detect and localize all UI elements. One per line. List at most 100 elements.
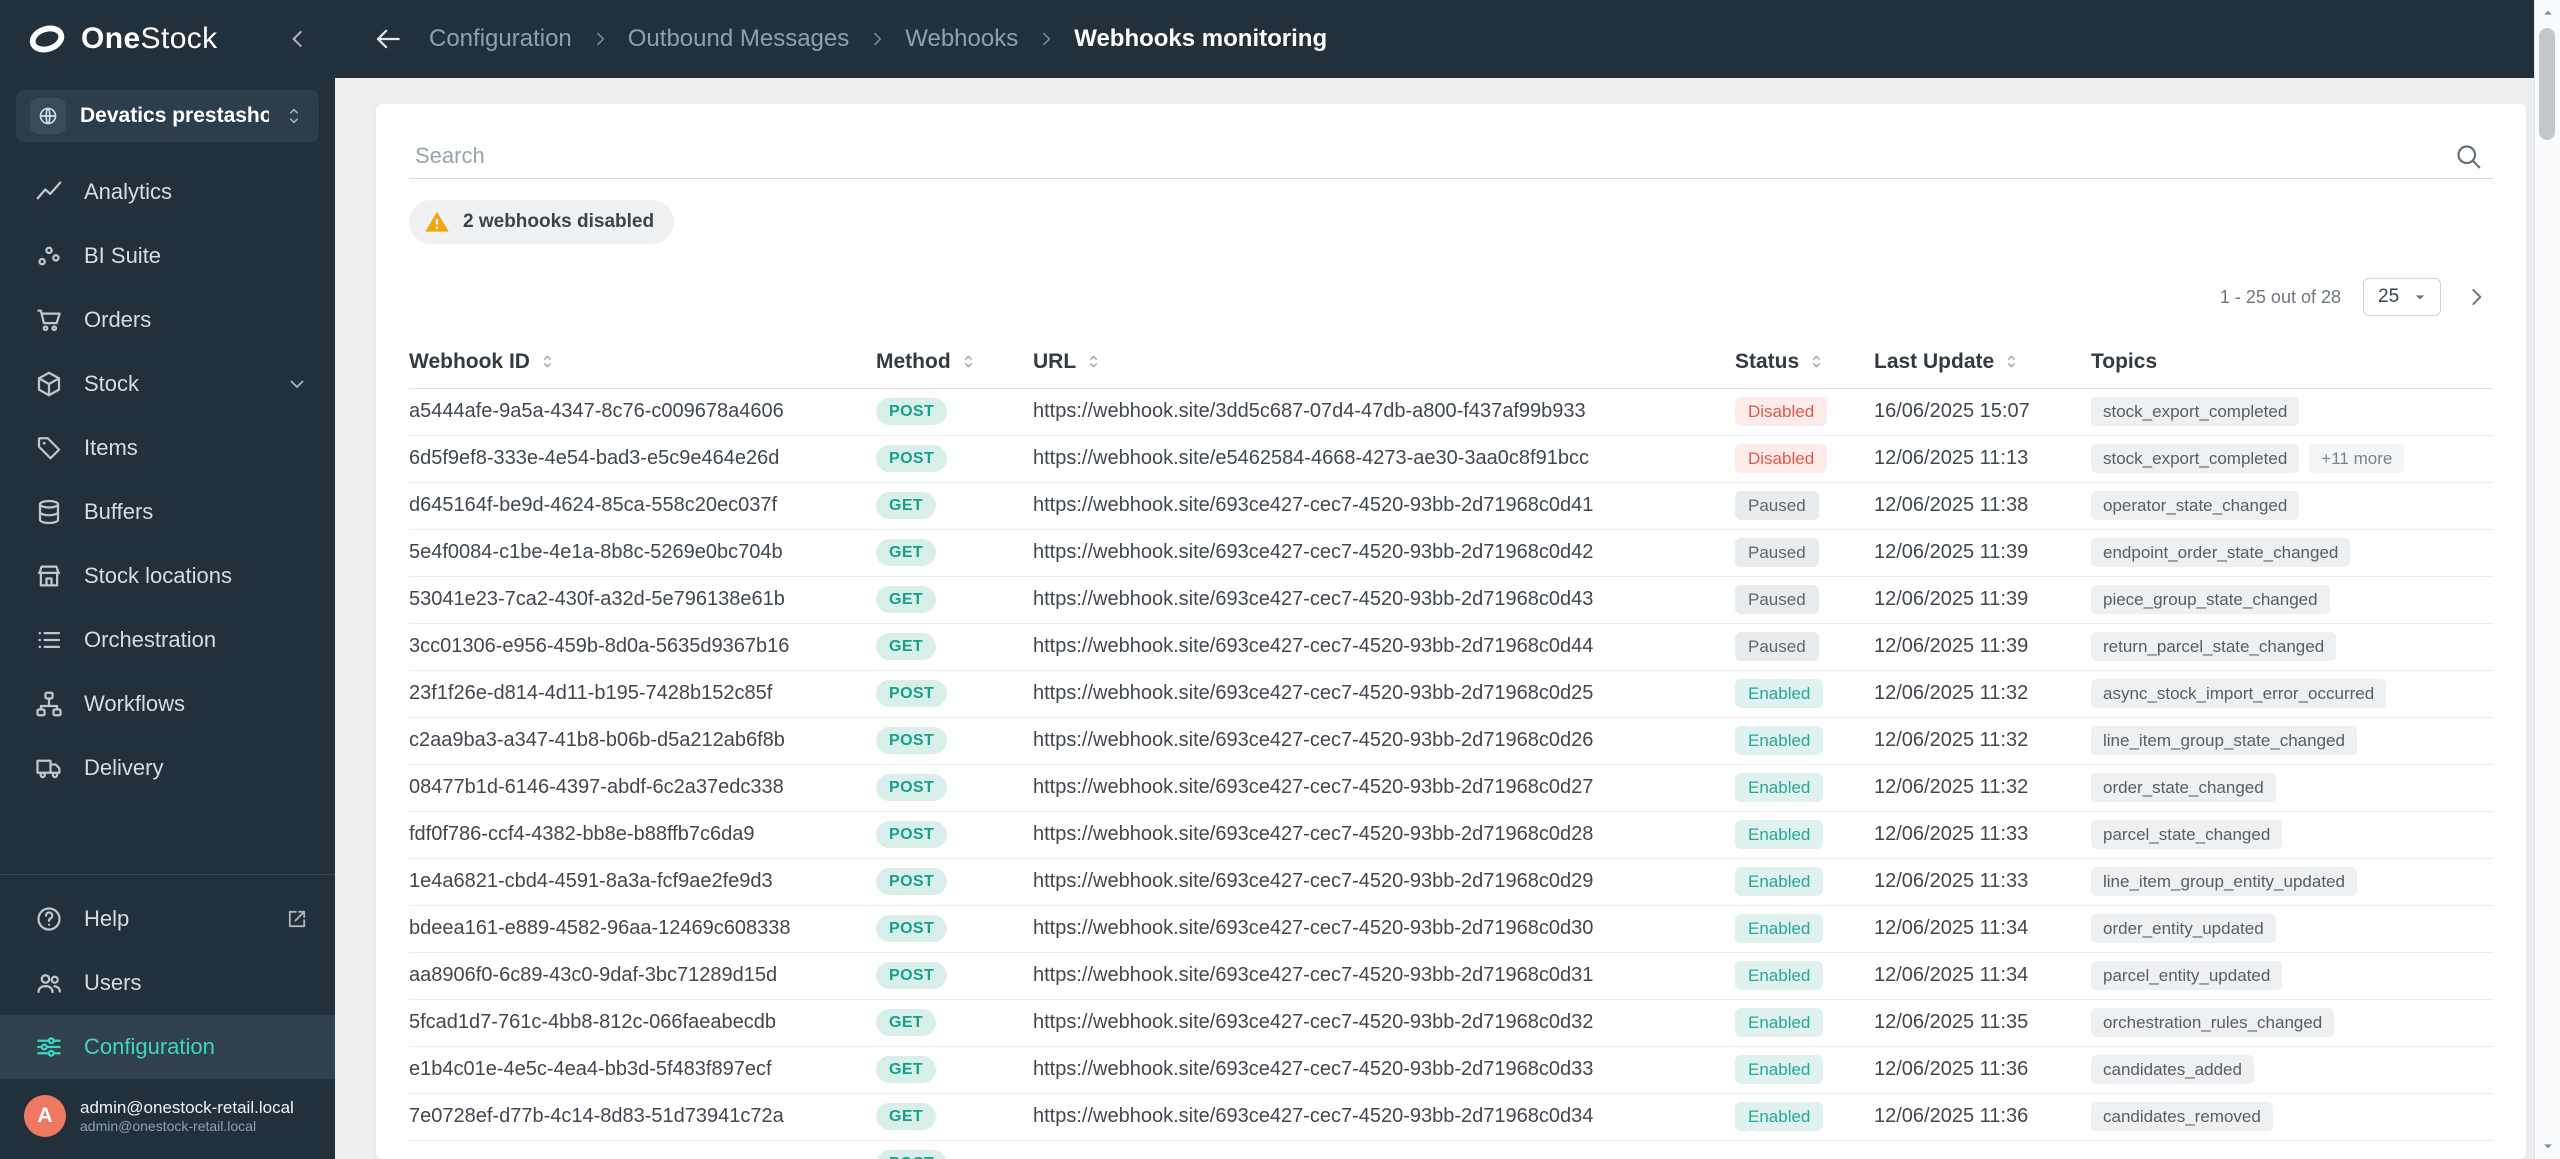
sidebar-item-bi-suite[interactable]: BI Suite <box>0 224 335 288</box>
sidebar-item-orchestration[interactable]: Orchestration <box>0 608 335 672</box>
sidebar-item-items[interactable]: Items <box>0 416 335 480</box>
sidebar-item-help[interactable]: Help <box>0 887 335 951</box>
sidebar-header: OneStock <box>0 0 335 78</box>
method-cell: POST <box>876 811 1033 859</box>
topic-chip: candidates_added <box>2091 1054 2254 1085</box>
column-header-status[interactable]: Status <box>1735 336 1874 389</box>
table-row[interactable]: 1e4a6821-cbd4-4591-8a3a-fcf9ae2fe9d3 POST… <box>409 858 2493 906</box>
method-badge: GET <box>876 632 937 661</box>
content-card: 2 webhooks disabled 1 - 25 out of 28 25 <box>376 104 2526 1159</box>
table-row[interactable]: d645164f-be9d-4624-85ca-558c20ec037f GET h… <box>409 482 2493 530</box>
table-row[interactable]: c2aa9ba3-a347-41b8-b06b-d5a212ab6f8b POST… <box>409 717 2493 765</box>
last-update-cell: 12/06/2025 11:39 <box>1874 576 2091 624</box>
search-input[interactable] <box>409 134 2493 178</box>
sidebar-collapse-icon[interactable] <box>285 26 311 52</box>
page-size-select[interactable]: 25 <box>2363 278 2441 316</box>
status-cell: Enabled <box>1735 717 1874 765</box>
scroll-down-button[interactable] <box>2540 1133 2556 1159</box>
warning-icon <box>423 208 451 236</box>
table-row[interactable]: 7e0728ef-d77b-4c14-8d83-51d73941c72a GET h… <box>409 1093 2493 1141</box>
method-badge: GET <box>876 538 937 567</box>
table-row[interactable]: POST <box>409 1140 2493 1159</box>
status-badge: Enabled <box>1735 772 1824 803</box>
stock-locations-icon <box>34 561 64 591</box>
method-cell: POST <box>876 905 1033 953</box>
table-row[interactable]: 53041e23-7ca2-430f-a32d-5e796138e61b GET h… <box>409 576 2493 624</box>
table-row[interactable]: e1b4c01e-4e5c-4ea4-bb3d-5f483f897ecf GET h… <box>409 1046 2493 1094</box>
status-badge: Enabled <box>1735 866 1824 897</box>
user-box[interactable]: A admin@onestock-retail.local admin@ones… <box>0 1079 335 1159</box>
back-button[interactable] <box>373 24 403 54</box>
scrollbar[interactable] <box>2534 0 2560 1159</box>
org-selector[interactable]: Devatics prestashop <box>16 90 319 142</box>
table-header-row: Webhook ID Method URL Status Last Update Topi… <box>409 336 2493 389</box>
items-icon <box>34 433 64 463</box>
status-badge: Disabled <box>1735 396 1828 427</box>
sidebar-item-label: Users <box>84 970 142 995</box>
sidebar-item-analytics[interactable]: Analytics <box>0 160 335 224</box>
sidebar-item-buffers[interactable]: Buffers <box>0 480 335 544</box>
table-row[interactable]: aa8906f0-6c89-43c0-9daf-3bc71289d15d POST… <box>409 952 2493 1000</box>
table-row[interactable]: fdf0f786-ccf4-4382-bb8e-b88ffb7c6da9 POST… <box>409 811 2493 859</box>
sidebar-item-configuration[interactable]: Configuration <box>0 1015 335 1079</box>
last-update-cell: 12/06/2025 11:33 <box>1874 858 2091 906</box>
webhook-id-cell: aa8906f0-6c89-43c0-9daf-3bc71289d15d <box>409 952 876 1000</box>
sidebar-item-stock-locations[interactable]: Stock locations <box>0 544 335 608</box>
sidebar-item-workflows[interactable]: Workflows <box>0 672 335 736</box>
table-row[interactable]: bdeea161-e889-4582-96aa-12469c608338 POST… <box>409 905 2493 953</box>
method-cell: GET <box>876 529 1033 577</box>
sidebar-item-delivery[interactable]: Delivery <box>0 736 335 800</box>
webhooks-disabled-warning: 2 webhooks disabled <box>409 200 675 244</box>
column-header-webhook-id[interactable]: Webhook ID <box>409 336 876 389</box>
table-row[interactable]: 5fcad1d7-761c-4bb8-812c-066faeabecdb GET h… <box>409 999 2493 1047</box>
next-page-button[interactable] <box>2463 284 2489 310</box>
scrollbar-track[interactable] <box>2535 26 2560 1133</box>
table-row[interactable]: 08477b1d-6146-4397-abdf-6c2a37edc338 POST… <box>409 764 2493 812</box>
last-update-cell: 12/06/2025 11:34 <box>1874 952 2091 1000</box>
topics-cell: candidates_removed <box>2091 1093 2493 1141</box>
breadcrumb-item-configuration[interactable]: Configuration <box>429 25 572 53</box>
status-cell: Enabled <box>1735 952 1874 1000</box>
breadcrumb-item-webhooks[interactable]: Webhooks <box>905 25 1018 53</box>
table-row[interactable]: 6d5f9ef8-333e-4e54-bad3-e5c9e464e26d POST… <box>409 435 2493 483</box>
sort-icon <box>2002 352 2021 371</box>
table-row[interactable]: 3cc01306-e956-459b-8d0a-5635d9367b16 GET h… <box>409 623 2493 671</box>
method-badge: POST <box>876 1149 948 1159</box>
method-cell: POST <box>876 858 1033 906</box>
column-header-url[interactable]: URL <box>1033 336 1735 389</box>
method-badge: POST <box>876 773 948 802</box>
column-header-method[interactable]: Method <box>876 336 1033 389</box>
status-badge: Disabled <box>1735 443 1828 474</box>
sidebar-item-label: Orchestration <box>84 627 217 652</box>
users-icon <box>34 968 64 998</box>
table-row[interactable]: a5444afe-9a5a-4347-8c76-c009678a4606 POST… <box>409 388 2493 436</box>
status-cell: Paused <box>1735 482 1874 530</box>
status-cell: Paused <box>1735 623 1874 671</box>
workflows-icon <box>34 689 64 719</box>
breadcrumb-item-outbound-messages[interactable]: Outbound Messages <box>628 25 849 53</box>
scrollbar-thumb[interactable] <box>2539 28 2555 140</box>
sidebar-item-users[interactable]: Users <box>0 951 335 1015</box>
status-cell: Enabled <box>1735 670 1874 718</box>
status-badge: Paused <box>1735 584 1819 615</box>
globe-icon <box>30 98 66 134</box>
topics-cell: candidates_added <box>2091 1046 2493 1094</box>
table-row[interactable]: 5e4f0084-c1be-4e1a-8b8c-5269e0bc704b GET h… <box>409 529 2493 577</box>
method-cell: POST <box>876 952 1033 1000</box>
last-update-cell: 12/06/2025 11:32 <box>1874 764 2091 812</box>
sidebar-item-orders[interactable]: Orders <box>0 288 335 352</box>
table-row[interactable]: 23f1f26e-d814-4d11-b195-7428b152c85f POST… <box>409 670 2493 718</box>
logo-text: OneStock <box>81 22 218 55</box>
scroll-up-button[interactable] <box>2540 0 2556 26</box>
external-link-icon <box>285 907 309 931</box>
status-cell: Disabled <box>1735 435 1874 483</box>
method-badge: POST <box>876 444 948 473</box>
sort-icon <box>538 352 557 371</box>
method-badge: POST <box>876 679 948 708</box>
sidebar-nav-main: Analytics BI Suite Orders Stock Items Buffers… <box>0 160 335 800</box>
last-update-cell: 12/06/2025 11:38 <box>1874 482 2091 530</box>
search-icon[interactable] <box>2453 141 2483 171</box>
column-header-last-update[interactable]: Last Update <box>1874 336 2091 389</box>
sidebar-item-stock[interactable]: Stock <box>0 352 335 416</box>
